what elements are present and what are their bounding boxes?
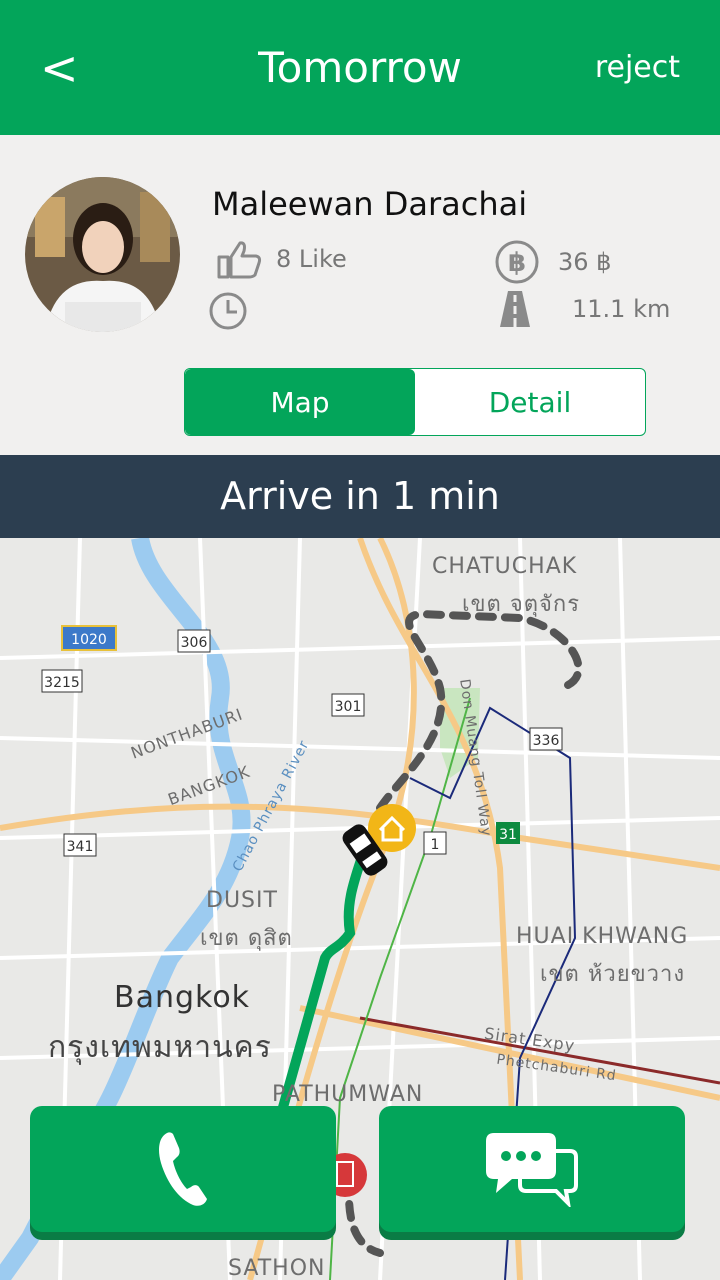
reject-button[interactable]: reject — [595, 48, 680, 88]
map-label-dusit: DUSIT — [206, 888, 278, 913]
map-label-chatuchak-th: เขต จตุจักร — [462, 592, 581, 617]
time-stat — [208, 291, 262, 331]
likes-count: 8 Like — [276, 245, 347, 273]
likes-stat: 8 Like — [216, 239, 347, 279]
distance-value: 11.1 km — [572, 295, 671, 323]
price-stat: ฿ 36 ฿ — [494, 239, 611, 285]
road-301-label: 301 — [335, 699, 362, 715]
clock-icon — [209, 292, 247, 330]
map-label-bangkok: Bangkok — [114, 980, 251, 1015]
map-label-huai-khwang: HUAI KHWANG — [516, 924, 689, 949]
road-31-label: 31 — [499, 827, 517, 843]
map-label-bangkok-th: กรุงเทพมหานคร — [48, 1030, 272, 1065]
road-icon — [500, 291, 530, 327]
map-label-chatuchak: CHATUCHAK — [432, 554, 578, 579]
road-341-label: 341 — [67, 839, 94, 855]
road-1020-label: 1020 — [71, 632, 107, 648]
distance-stat: 11.1 km — [500, 291, 670, 327]
app-header: < Tomorrow reject — [0, 0, 720, 135]
driver-name: Maleewan Darachai — [212, 185, 528, 223]
chat-button[interactable] — [379, 1106, 685, 1232]
svg-text:฿: ฿ — [508, 248, 526, 278]
map-label-huai-khwang-th: เขต ห้วยขวาง — [540, 962, 686, 987]
view-toggle: Map Detail — [184, 368, 646, 436]
map-label-sathon: SATHON — [228, 1256, 326, 1280]
price-value: 36 ฿ — [558, 248, 612, 276]
baht-icon: ฿ — [495, 240, 539, 284]
tab-map[interactable]: Map — [185, 369, 415, 435]
arrival-banner: Arrive in 1 min — [0, 455, 720, 538]
road-336-label: 336 — [533, 733, 560, 749]
map-label-pathumwan: PATHUMWAN — [272, 1082, 424, 1107]
avatar — [25, 177, 180, 332]
road-3215-label: 3215 — [44, 675, 80, 691]
thumbs-up-icon — [217, 241, 262, 279]
phone-icon — [159, 1132, 207, 1206]
call-button[interactable] — [30, 1106, 336, 1232]
road-306-label: 306 — [181, 635, 208, 651]
tab-detail[interactable]: Detail — [415, 369, 645, 435]
driver-profile: Maleewan Darachai 8 Like ฿ 36 ฿ 11.1 km … — [0, 135, 720, 455]
map-label-dusit-th: เขต ดุสิต — [200, 926, 293, 951]
chat-icon — [486, 1133, 578, 1207]
road-1-label: 1 — [431, 837, 440, 853]
